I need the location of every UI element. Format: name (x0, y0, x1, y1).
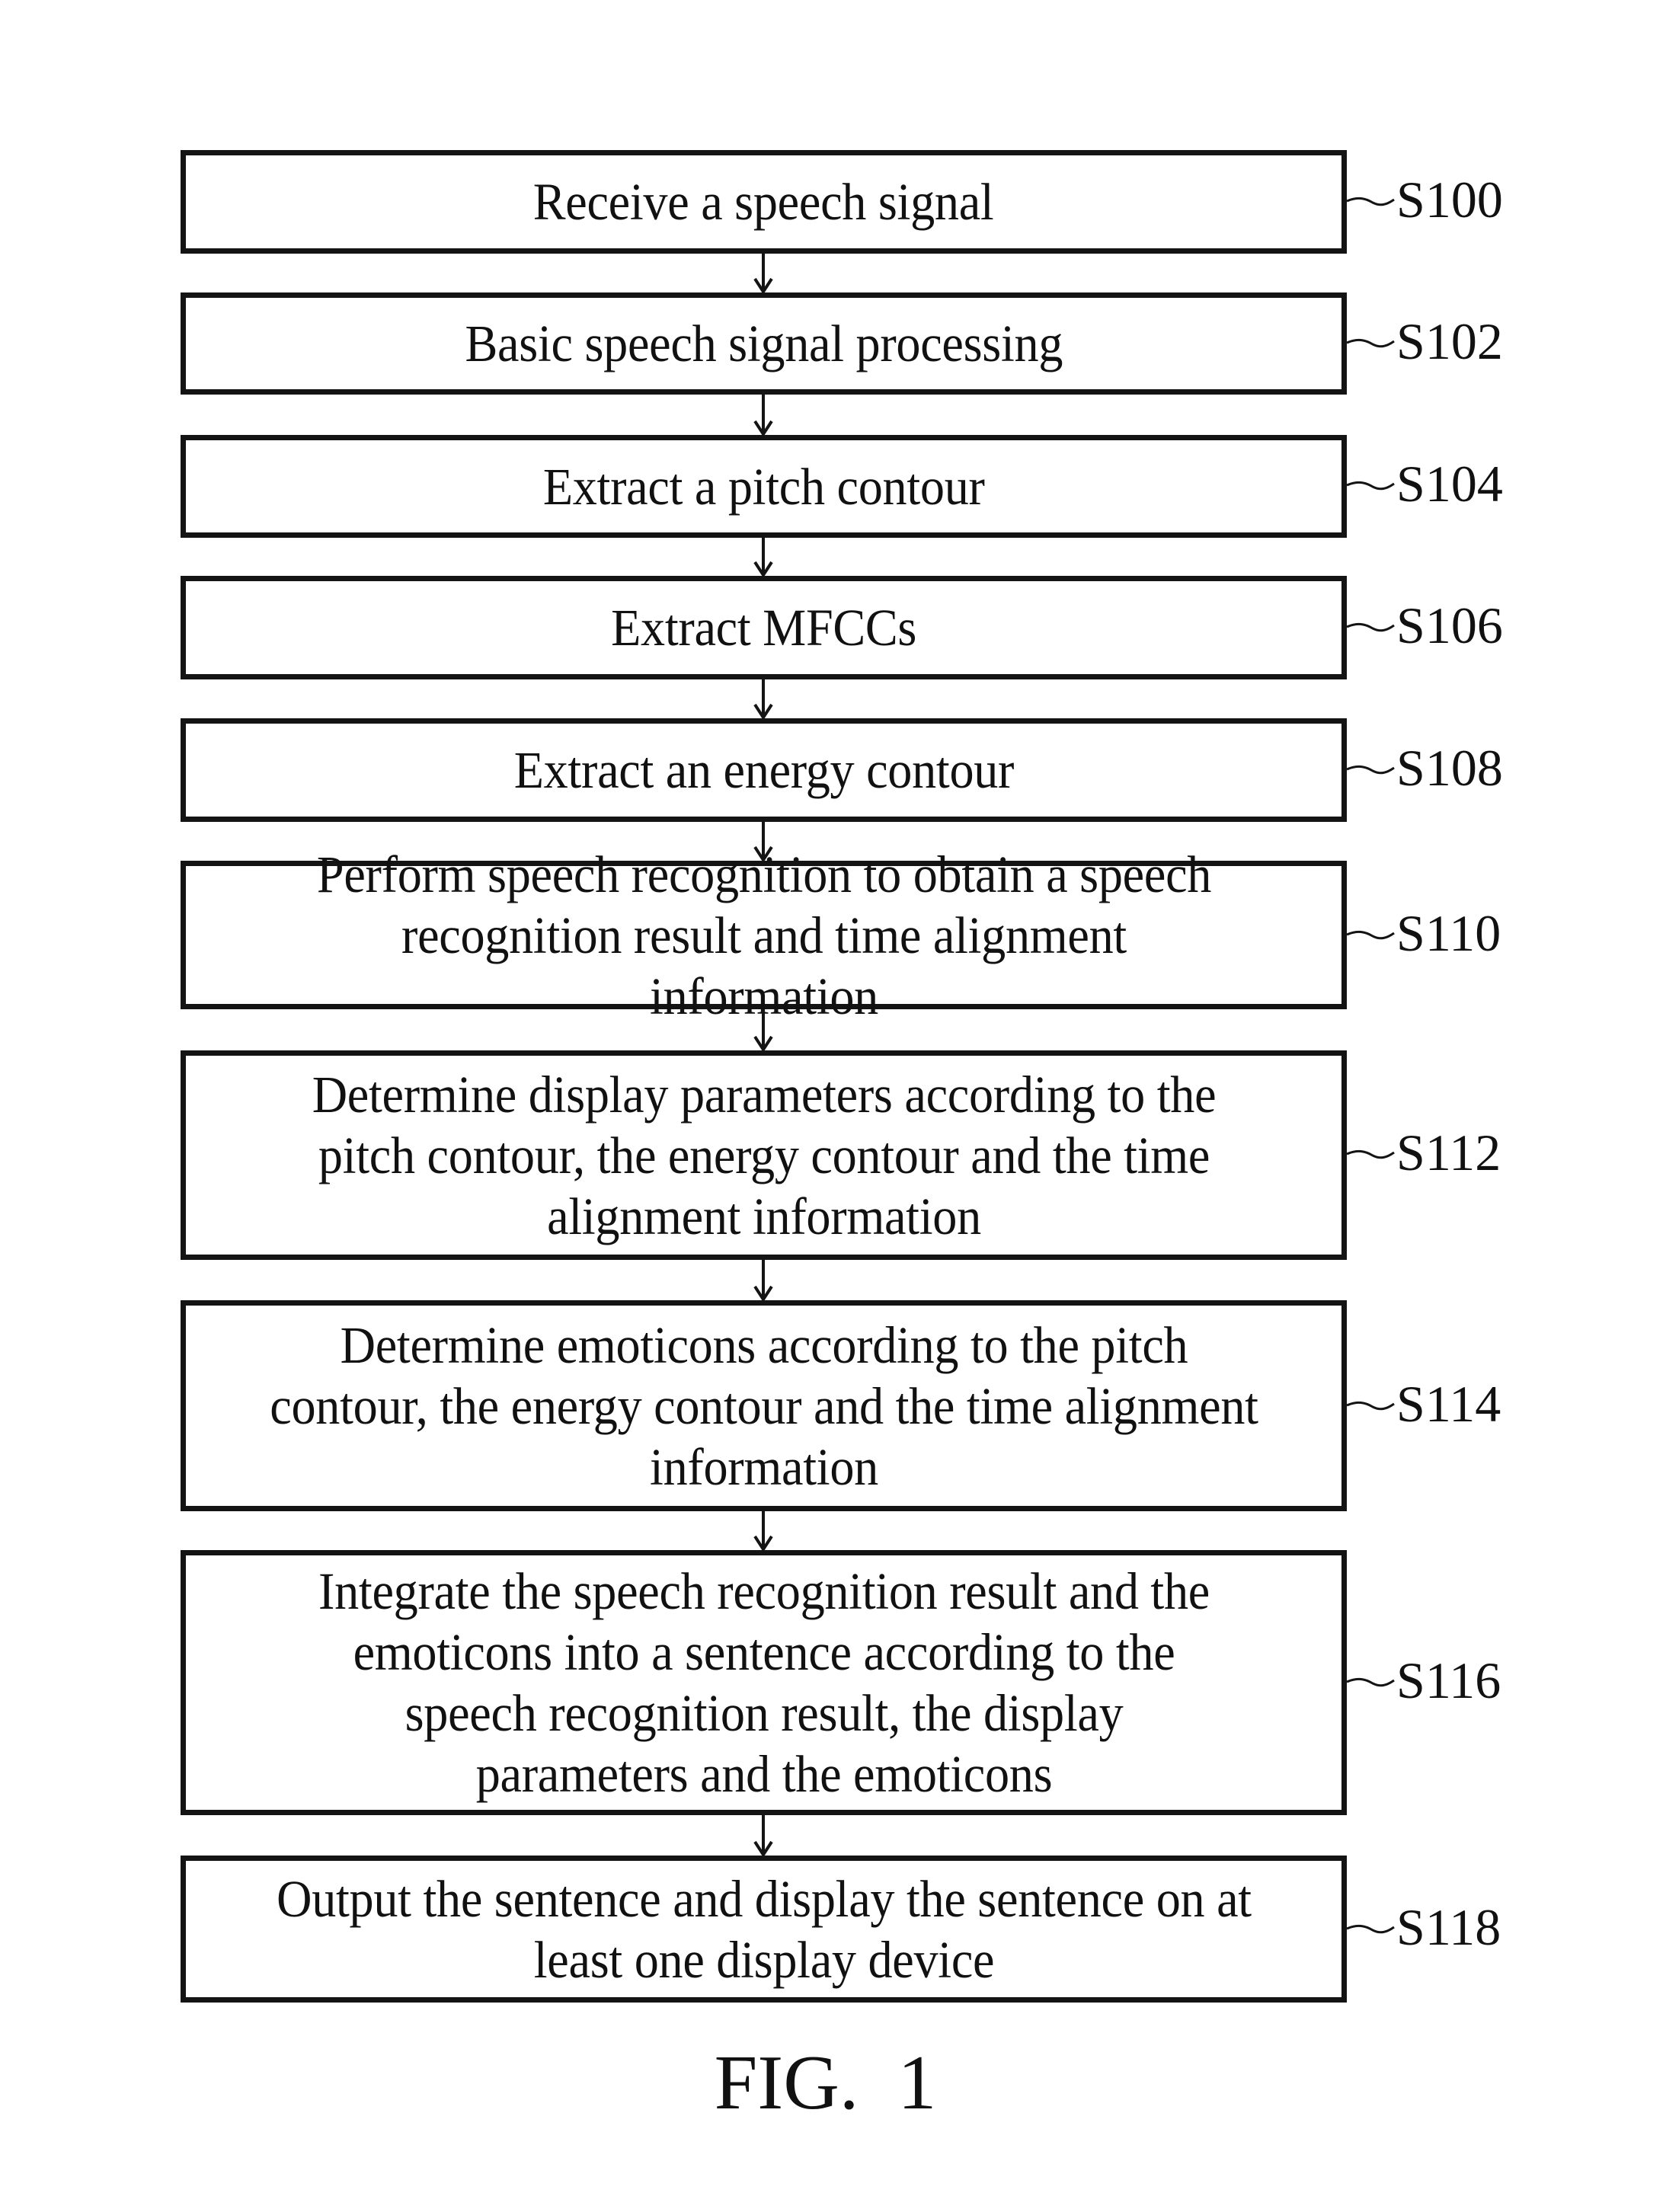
leader-line-s100 (1346, 197, 1395, 206)
step-box-s102: Basic speech signal processing (181, 292, 1347, 395)
step-text: Determine emoticons according to the pit… (269, 1315, 1258, 1496)
step-label-s118: S118 (1396, 1898, 1501, 1956)
leader-line-s110 (1346, 930, 1395, 940)
leader-line-s104 (1346, 481, 1395, 491)
step-box-s116: Integrate the speech recognition result … (181, 1550, 1347, 1815)
leader-line-s112 (1346, 1149, 1395, 1159)
step-label-s104: S104 (1396, 455, 1503, 513)
step-text: Extract MFCCs (610, 599, 917, 657)
step-box-s112: Determine display parameters according t… (181, 1050, 1347, 1260)
step-label-s112: S112 (1396, 1124, 1501, 1181)
leader-line-s116 (1346, 1677, 1395, 1687)
step-box-s110: Perform speech recognition to obtain a s… (181, 845, 1347, 1025)
step-text: Basic speech signal processing (465, 315, 1063, 372)
step-label-s108: S108 (1396, 739, 1503, 797)
arrow-down-icon (753, 538, 773, 578)
step-text: Extract a pitch contour (542, 457, 985, 516)
step-label-s116: S116 (1396, 1651, 1501, 1709)
step-box-s106: Extract MFCCs (181, 576, 1347, 679)
step-label-s110: S110 (1396, 904, 1501, 962)
step-box-s114: Determine emoticons according to the pit… (181, 1300, 1347, 1511)
leader-line-s106 (1346, 622, 1395, 632)
leader-line-s118 (1346, 1924, 1395, 1934)
step-text: Determine display parameters according t… (312, 1065, 1216, 1245)
step-text: Extract an energy contour (513, 741, 1014, 799)
step-box-s100: Receive a speech signal (181, 150, 1347, 254)
leader-line-s108 (1346, 765, 1395, 775)
step-label-s102: S102 (1396, 312, 1503, 370)
step-box-s118: Output the sentence and display the sent… (181, 1856, 1347, 2003)
step-text: Integrate the speech recognition result … (318, 1562, 1210, 1803)
arrow-down-icon (753, 679, 773, 721)
figure-caption-text: FIG. 1 (714, 2040, 937, 2126)
arrow-down-icon (753, 1260, 773, 1303)
leader-line-s102 (1346, 338, 1395, 348)
step-label-s106: S106 (1396, 596, 1503, 654)
step-label-s100: S100 (1396, 171, 1503, 229)
step-label-s114: S114 (1396, 1375, 1501, 1433)
step-text: Output the sentence and display the sent… (276, 1869, 1252, 1989)
arrow-down-icon (753, 1009, 773, 1053)
arrow-down-icon (753, 1511, 773, 1552)
arrow-down-icon (753, 1815, 773, 1858)
arrow-down-icon (753, 254, 773, 295)
step-box-s108: Extract an energy contour (181, 718, 1347, 822)
arrow-down-icon (753, 395, 773, 437)
step-text: Receive a speech signal (533, 173, 994, 231)
step-text: Perform speech recognition to obtain a s… (316, 845, 1211, 1025)
arrow-down-icon (753, 822, 773, 863)
figure-caption: FIG. 1 (0, 2041, 1666, 2125)
step-box-s104: Extract a pitch contour (181, 435, 1347, 538)
leader-line-s114 (1346, 1401, 1395, 1411)
